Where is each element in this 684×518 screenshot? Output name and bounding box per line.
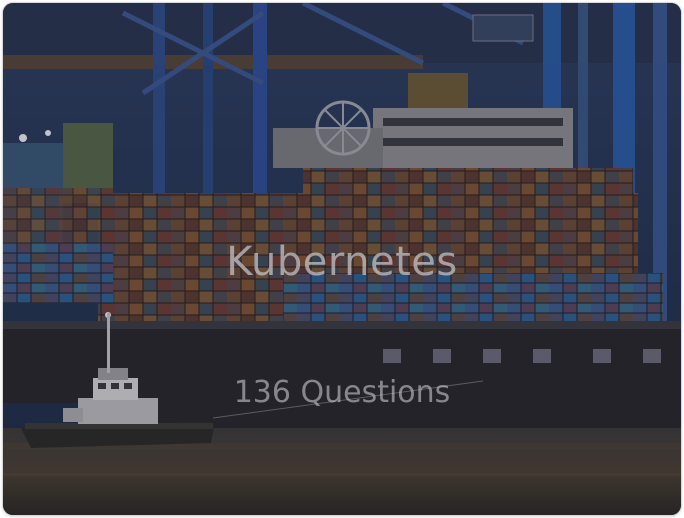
category-card[interactable]: Kubernetes 136 Questions	[3, 3, 681, 515]
card-title: Kubernetes	[226, 239, 458, 285]
question-count: 136 Questions	[233, 375, 451, 410]
